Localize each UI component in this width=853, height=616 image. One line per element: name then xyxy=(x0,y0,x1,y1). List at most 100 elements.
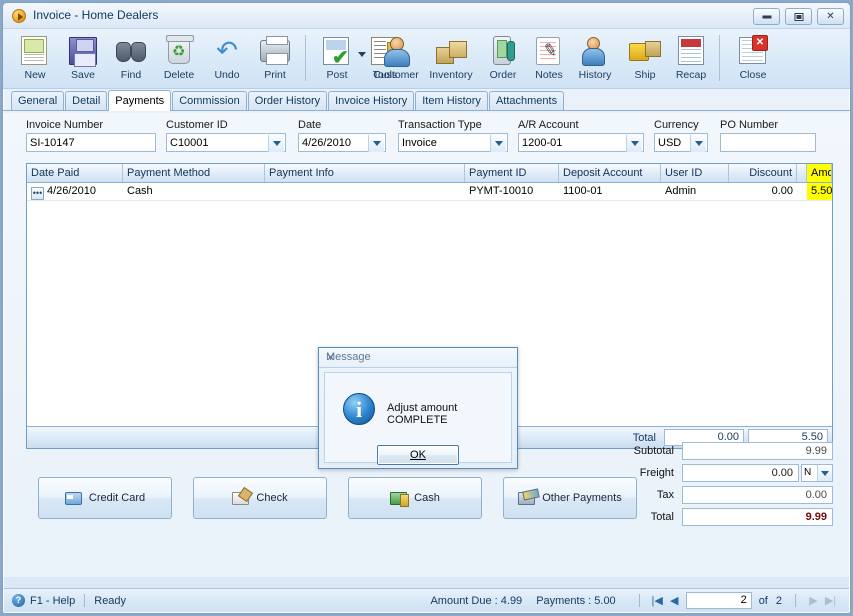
dialog-close-icon[interactable]: ✕ xyxy=(326,351,511,364)
cell-amount[interactable]: 5.50 xyxy=(807,183,832,200)
cell-payment-method[interactable]: Cash xyxy=(123,183,265,200)
total-label: Total xyxy=(650,511,674,523)
chevron-down-icon[interactable] xyxy=(358,52,366,57)
ar-account-combo[interactable]: 1200-01 xyxy=(518,133,644,152)
chevron-down-icon[interactable] xyxy=(690,135,706,152)
credit-card-button[interactable]: Credit Card xyxy=(38,477,172,519)
field-label: Date xyxy=(298,119,322,131)
toolbar-button-close[interactable]: Close xyxy=(729,32,777,86)
totals-row-subtotal: Subtotal 9.99 xyxy=(628,441,833,461)
check-button[interactable]: Check xyxy=(193,477,327,519)
credit-card-icon xyxy=(64,491,82,505)
chevron-down-icon[interactable] xyxy=(626,135,642,152)
cash-label: Cash xyxy=(414,492,440,504)
page-number-input[interactable]: 2 xyxy=(685,592,752,609)
cell-payment-id[interactable]: PYMT-10010 xyxy=(465,183,559,200)
cell-user-id[interactable]: Admin xyxy=(661,183,729,200)
toolbar-button-order[interactable]: Order xyxy=(479,32,527,86)
subtotal-label: Subtotal xyxy=(633,445,674,457)
invoice-number-input[interactable]: SI-10147 xyxy=(26,133,156,152)
tab-payments[interactable]: Payments xyxy=(108,90,172,111)
field-customer-id: Customer ID C10001 xyxy=(166,119,286,152)
total-value: 9.99 xyxy=(682,508,833,526)
grid-header-payment-info[interactable]: Payment Info xyxy=(265,164,465,182)
maximize-button[interactable] xyxy=(785,8,812,25)
dialog-ok-button[interactable]: OK xyxy=(377,445,459,465)
next-record-icon[interactable]: ▶ xyxy=(805,593,822,609)
po-number-input[interactable] xyxy=(720,133,816,152)
date-combo[interactable]: 4/26/2010 xyxy=(298,133,386,152)
cell-discount[interactable]: 0.00 xyxy=(729,183,797,200)
record-navigation: Amount Due : 4.99 Payments : 5.00 |◀ ◀ 2… xyxy=(430,592,839,609)
of-label: of xyxy=(758,594,768,607)
chevron-down-icon[interactable] xyxy=(268,135,284,152)
grid-header-amount[interactable]: Amount xyxy=(807,164,832,182)
minimize-button[interactable] xyxy=(753,8,780,25)
cell-payment-info[interactable] xyxy=(265,183,465,200)
table-row[interactable]: ••• 4/26/2010 Cash PYMT-10010 1100-01 Adm… xyxy=(27,183,832,201)
date-picker-icon[interactable]: ••• xyxy=(31,187,44,200)
first-record-icon[interactable]: |◀ xyxy=(649,593,666,609)
chevron-down-icon[interactable] xyxy=(817,465,832,481)
toolbar-button-find[interactable]: Find xyxy=(107,32,155,86)
tab-item-history[interactable]: Item History xyxy=(415,91,488,110)
field-date: Date 4/26/2010 xyxy=(298,119,386,152)
toolbar-button-recap[interactable]: Recap xyxy=(667,32,715,86)
chevron-down-icon[interactable] xyxy=(368,135,384,152)
tab-detail[interactable]: Detail xyxy=(65,91,108,110)
grid-header-date-paid[interactable]: Date Paid xyxy=(27,164,123,182)
toolbar-button-history[interactable]: History xyxy=(569,32,621,86)
cell-date-paid[interactable]: ••• 4/26/2010 xyxy=(27,183,123,200)
toolbar-button-delete[interactable]: Delete xyxy=(155,32,203,86)
cash-button[interactable]: Cash xyxy=(348,477,482,519)
close-button[interactable]: ✕ xyxy=(817,8,844,25)
grid-header-payment-method[interactable]: Payment Method xyxy=(123,164,265,182)
order-pda-icon xyxy=(486,34,520,68)
toolbar-label: Find xyxy=(120,69,142,81)
transaction-type-combo[interactable]: Invoice xyxy=(398,133,508,152)
toolbar-button-new[interactable]: New xyxy=(11,32,59,86)
toolbar-button-save[interactable]: Save xyxy=(59,32,107,86)
grid-header-payment-id[interactable]: Payment ID xyxy=(465,164,559,182)
currency-combo[interactable]: USD xyxy=(654,133,708,152)
field-po-number: PO Number xyxy=(720,119,816,152)
grid-header-discount[interactable]: Discount xyxy=(729,164,797,182)
last-record-icon[interactable]: ▶| xyxy=(822,593,839,609)
subtotal-value: 9.99 xyxy=(682,442,833,460)
grid-header-user-id[interactable]: User ID xyxy=(661,164,729,182)
information-icon: i xyxy=(343,393,375,425)
cell-deposit-account[interactable]: 1100-01 xyxy=(559,183,661,200)
other-payments-icon xyxy=(518,491,536,505)
field-label: Transaction Type xyxy=(398,119,482,131)
toolbar-button-print[interactable]: Print xyxy=(251,32,299,86)
toolbar-label: Save xyxy=(71,69,95,81)
help-section[interactable]: ? F1 - Help xyxy=(12,594,75,607)
toolbar-button-customer[interactable]: Customer xyxy=(369,32,423,86)
tab-invoice-history[interactable]: Invoice History xyxy=(328,91,415,110)
application-window: Invoice - Home Dealers ✕ New Save Find D… xyxy=(2,2,851,614)
new-document-icon xyxy=(18,34,52,68)
previous-record-icon[interactable]: ◀ xyxy=(666,593,683,609)
toolbar-label: Post xyxy=(326,69,348,81)
toolbar-label: Undo xyxy=(214,69,240,81)
freight-value[interactable]: 0.00 xyxy=(682,464,799,482)
grid-header-deposit-account[interactable]: Deposit Account xyxy=(559,164,661,182)
customer-id-combo[interactable]: C10001 xyxy=(166,133,286,152)
freight-type-combo[interactable]: N xyxy=(801,464,833,482)
tab-general[interactable]: General xyxy=(11,91,65,110)
tab-attachments[interactable]: Attachments xyxy=(488,91,565,110)
toolbar-button-post[interactable]: Post xyxy=(313,32,361,86)
chevron-down-icon[interactable] xyxy=(490,135,506,152)
tab-order-history[interactable]: Order History xyxy=(247,91,328,110)
grid-header-spacer xyxy=(797,164,807,182)
boxes-icon xyxy=(434,34,468,68)
notepad-pen-icon xyxy=(532,34,566,68)
other-payments-button[interactable]: Other Payments xyxy=(503,477,637,519)
tax-value: 0.00 xyxy=(682,486,833,504)
toolbar-button-undo[interactable]: ↶ Undo xyxy=(203,32,251,86)
field-invoice-number: Invoice Number SI-10147 xyxy=(26,119,156,152)
tab-commission[interactable]: Commission xyxy=(172,91,247,110)
toolbar-button-inventory[interactable]: Inventory xyxy=(423,32,479,86)
toolbar-button-ship[interactable]: Ship xyxy=(621,32,669,86)
toolbar-button-notes[interactable]: Notes xyxy=(525,32,573,86)
